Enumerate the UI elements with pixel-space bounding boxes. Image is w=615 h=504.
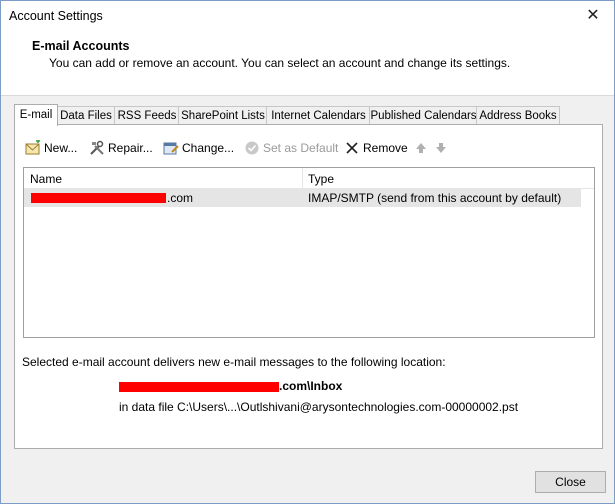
- redacted-account-name: [31, 193, 166, 203]
- repair-tools-icon: [90, 140, 104, 155]
- close-button[interactable]: Close: [535, 471, 606, 493]
- column-header-name[interactable]: Name: [30, 172, 62, 186]
- account-row[interactable]: .com IMAP/SMTP (send from this account b…: [24, 189, 581, 207]
- window-title: Account Settings: [9, 9, 103, 23]
- account-type: IMAP/SMTP (send from this account by def…: [308, 191, 562, 205]
- change-account-button[interactable]: Change...: [163, 139, 239, 157]
- remove-x-icon: [346, 142, 358, 154]
- email-tab-panel: New... Repair... Change... Set as Defaul…: [14, 124, 603, 449]
- remove-account-button[interactable]: Remove: [344, 139, 408, 157]
- repair-button-label: Repair...: [108, 141, 153, 155]
- redacted-inbox-account: [119, 382, 279, 392]
- repair-account-button[interactable]: Repair...: [89, 139, 155, 157]
- tab-rss-feeds[interactable]: RSS Feeds: [114, 106, 180, 125]
- delivery-description: Selected e-mail account delivers new e-m…: [22, 355, 446, 369]
- tab-email[interactable]: E-mail: [14, 104, 58, 126]
- move-down-button[interactable]: [433, 139, 447, 157]
- new-button-label: New...: [44, 141, 78, 155]
- column-header-type[interactable]: Type: [308, 172, 334, 186]
- tab-internet-calendars[interactable]: Internet Calendars: [266, 106, 371, 125]
- tab-address-books[interactable]: Address Books: [476, 106, 560, 125]
- tab-data-files[interactable]: Data Files: [56, 106, 116, 125]
- arrow-down-icon: [436, 143, 446, 153]
- close-window-icon[interactable]: ✕: [582, 5, 604, 27]
- account-settings-window: Account Settings ✕ E-mail Accounts You c…: [0, 0, 615, 504]
- arrow-up-icon: [416, 143, 426, 153]
- accounts-list[interactable]: Name Type .com IMAP/SMTP (send from this…: [23, 167, 595, 338]
- remove-button-label: Remove: [363, 141, 408, 155]
- header-title: E-mail Accounts: [32, 39, 130, 53]
- inbox-location-suffix: .com\Inbox: [279, 379, 343, 393]
- change-button-label: Change...: [182, 141, 235, 155]
- change-settings-icon: [163, 142, 179, 155]
- header-description: You can add or remove an account. You ca…: [49, 56, 511, 70]
- move-up-button[interactable]: [413, 139, 427, 157]
- header-section: E-mail Accounts You can add or remove an…: [1, 31, 614, 96]
- new-account-button[interactable]: New...: [25, 139, 80, 157]
- account-name-suffix: .com: [167, 191, 194, 205]
- new-mail-icon: [25, 140, 40, 155]
- data-file-path: in data file C:\Users\...\Outlshivani@ar…: [119, 400, 519, 414]
- set-as-default-button[interactable]: Set as Default: [244, 139, 339, 157]
- title-bar: Account Settings ✕: [1, 1, 614, 31]
- tab-sharepoint-lists[interactable]: SharePoint Lists: [178, 106, 268, 125]
- list-header: Name Type: [24, 168, 594, 189]
- checkmark-circle-icon: [245, 141, 259, 155]
- set-as-default-label: Set as Default: [263, 141, 339, 155]
- column-separator: [302, 168, 303, 188]
- tab-published-calendars[interactable]: Published Calendars: [369, 106, 478, 125]
